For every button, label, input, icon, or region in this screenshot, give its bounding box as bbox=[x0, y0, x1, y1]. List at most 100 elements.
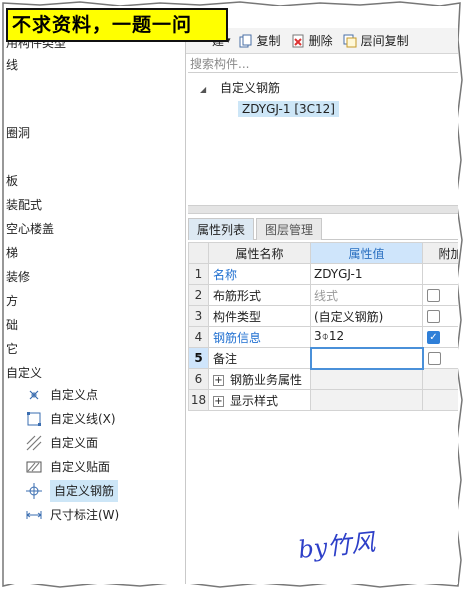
copy-label: 复制 bbox=[256, 34, 281, 48]
property-value[interactable]: 线式 bbox=[310, 284, 423, 306]
remark-input[interactable] bbox=[309, 346, 424, 370]
expand-icon[interactable]: + bbox=[213, 374, 224, 386]
tree-item-label: 自定义钢筋 bbox=[50, 480, 119, 502]
attach-checkbox[interactable] bbox=[427, 352, 441, 365]
grid-header-row: 属性名称 属性值 附加 bbox=[188, 242, 458, 264]
row-number: 5 bbox=[188, 347, 209, 369]
property-grid: 属性名称 属性值 附加 1 名称 ZDYGJ-1 2 布筋形式 线式 3 构件类… bbox=[188, 242, 458, 411]
tree-item-label: 自定义线(X) bbox=[50, 412, 116, 426]
tree-item-custom-point[interactable]: 自定义点 bbox=[26, 384, 98, 406]
floor-copy-label: 层间复制 bbox=[360, 34, 409, 48]
row-number: 2 bbox=[188, 284, 209, 306]
tree-row[interactable]: 梯 bbox=[6, 242, 18, 264]
tab-layer-management[interactable]: 图层管理 bbox=[256, 218, 323, 240]
property-group-rebar-business[interactable]: 6 + 钢筋业务属性 bbox=[188, 368, 458, 390]
property-value bbox=[310, 389, 423, 411]
property-value bbox=[310, 368, 423, 390]
banner-caption: 不求资料，一题一问 bbox=[6, 8, 228, 42]
author-signature: by竹风 bbox=[297, 528, 377, 564]
custom-point-icon bbox=[26, 387, 42, 403]
delete-label: 删除 bbox=[308, 34, 333, 48]
attach-cell: ✓ bbox=[422, 326, 458, 348]
property-name: 钢筋信息 bbox=[208, 326, 311, 348]
tree-row[interactable]: 线 bbox=[6, 54, 18, 76]
property-group-display-style[interactable]: 18 + 显示样式 bbox=[188, 389, 458, 411]
row-number: 3 bbox=[188, 305, 209, 327]
component-list: ◢ 自定义钢筋 ZDYGJ-1 [3C12] bbox=[188, 73, 458, 203]
custom-facing-icon bbox=[26, 459, 42, 475]
property-row-remark[interactable]: 5 备注 bbox=[188, 346, 458, 370]
attach-checkbox[interactable] bbox=[427, 310, 440, 323]
property-tabs: 属性列表 图层管理 bbox=[188, 218, 458, 240]
attach-cell bbox=[422, 389, 458, 411]
component-type-tree: 用构件类型 线 圈洞 板 装配式 空心楼盖 梯 装修 方 础 它 自定义 自定义… bbox=[6, 28, 186, 584]
row-number: 18 bbox=[188, 389, 209, 411]
app-window: 建 ▾ 复制 删除 层间复制 用构件类型 线 圈洞 板 bbox=[6, 6, 458, 584]
property-name: 布筋形式 bbox=[208, 284, 311, 306]
attach-cell bbox=[422, 305, 458, 327]
header-num bbox=[188, 242, 209, 264]
component-item-selected[interactable]: ZDYGJ-1 [3C12] bbox=[238, 101, 339, 117]
header-attach[interactable]: 附加 bbox=[422, 242, 458, 264]
tree-item-label: 尺寸标注(W) bbox=[50, 508, 120, 522]
group-label: 钢筋业务属性 bbox=[230, 372, 303, 387]
tree-item-label: 自定义面 bbox=[50, 436, 99, 450]
tree-row[interactable]: 方 bbox=[6, 290, 18, 312]
attach-cell bbox=[422, 284, 458, 306]
pane-splitter[interactable] bbox=[188, 205, 458, 214]
property-row-type[interactable]: 3 构件类型 (自定义钢筋) bbox=[188, 305, 458, 327]
expand-icon[interactable]: + bbox=[213, 395, 224, 407]
component-group[interactable]: ◢ 自定义钢筋 bbox=[200, 79, 280, 96]
attach-cell bbox=[422, 347, 458, 369]
tree-row[interactable]: 装配式 bbox=[6, 194, 42, 216]
property-name: 名称 bbox=[208, 263, 311, 285]
row-number: 4 bbox=[188, 326, 209, 348]
tree-row[interactable]: 空心楼盖 bbox=[6, 218, 54, 240]
row-number: 6 bbox=[188, 368, 209, 390]
tree-row[interactable]: 圈洞 bbox=[6, 122, 30, 144]
tree-row[interactable]: 它 bbox=[6, 338, 18, 360]
property-value[interactable]: (自定义钢筋) bbox=[310, 305, 423, 327]
tree-item-label: 自定义点 bbox=[50, 388, 99, 402]
property-name: 备注 bbox=[208, 347, 311, 369]
tree-row[interactable]: 板 bbox=[6, 170, 18, 192]
component-item-label: ZDYGJ-1 [3C12] bbox=[242, 102, 335, 116]
tree-item-dimension[interactable]: 尺寸标注(W) bbox=[26, 504, 119, 526]
attach-cell bbox=[422, 368, 458, 390]
header-name[interactable]: 属性名称 bbox=[208, 242, 311, 264]
tree-row-custom[interactable]: 自定义 bbox=[6, 362, 42, 384]
tree-item-custom-facing[interactable]: 自定义贴面 bbox=[26, 456, 110, 478]
custom-rebar-icon bbox=[26, 483, 42, 499]
copy-icon bbox=[239, 34, 253, 48]
property-row-layout[interactable]: 2 布筋形式 线式 bbox=[188, 284, 458, 306]
custom-line-icon bbox=[26, 411, 42, 427]
attach-checkbox-checked[interactable]: ✓ bbox=[427, 331, 440, 344]
property-name: 构件类型 bbox=[208, 305, 311, 327]
search-input[interactable] bbox=[190, 55, 458, 73]
component-group-label: 自定义钢筋 bbox=[219, 81, 280, 95]
tree-item-custom-rebar[interactable]: 自定义钢筋 bbox=[26, 480, 119, 502]
tree-item-custom-line[interactable]: 自定义线(X) bbox=[26, 408, 116, 430]
row-number: 1 bbox=[188, 263, 209, 285]
collapse-arrow-icon[interactable]: ◢ bbox=[200, 85, 206, 94]
group-label: 显示样式 bbox=[230, 393, 279, 408]
property-row-name[interactable]: 1 名称 ZDYGJ-1 bbox=[188, 263, 458, 285]
delete-button[interactable]: 删除 bbox=[291, 32, 333, 49]
attach-checkbox[interactable] bbox=[427, 289, 440, 302]
tree-row[interactable]: 装修 bbox=[6, 266, 30, 288]
property-value[interactable]: ZDYGJ-1 bbox=[310, 263, 423, 285]
floor-copy-button[interactable]: 层间复制 bbox=[343, 32, 409, 49]
property-group-name: + 钢筋业务属性 bbox=[208, 368, 311, 390]
tab-property-list[interactable]: 属性列表 bbox=[188, 218, 255, 240]
search-bar bbox=[188, 55, 458, 73]
property-row-rebar-info[interactable]: 4 钢筋信息 3⌽12 ✓ bbox=[188, 326, 458, 348]
tree-row[interactable]: 础 bbox=[6, 314, 18, 336]
tree-item-custom-face[interactable]: 自定义面 bbox=[26, 432, 98, 454]
property-value[interactable]: 3⌽12 bbox=[310, 326, 423, 348]
floor-copy-icon bbox=[343, 34, 357, 48]
header-value[interactable]: 属性值 bbox=[310, 242, 423, 264]
copy-button[interactable]: 复制 bbox=[239, 32, 281, 49]
attach-cell bbox=[422, 263, 458, 285]
custom-face-icon bbox=[26, 435, 42, 451]
dimension-icon bbox=[26, 507, 42, 523]
